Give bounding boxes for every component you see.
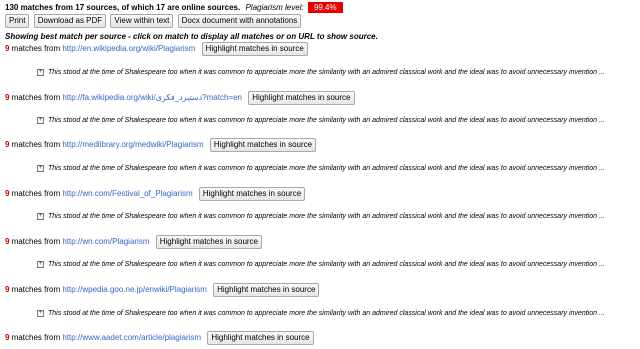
view-within-text-button[interactable]: View within text [110,14,174,28]
source-url-link[interactable]: http://fa.wikipedia.org/wiki/دستبرد_فکری… [62,93,242,102]
download-pdf-button[interactable]: Download as PDF [33,14,107,28]
match-snippet[interactable]: + This stood at the time of Shakespeare t… [37,259,605,271]
report-page: 130 matches from 17 sources, of which 17… [0,0,640,349]
summary-text: 130 matches from 17 sources, of which 17… [5,3,241,12]
instructions-text: Showing best match per source - click on… [5,32,378,41]
expand-icon[interactable]: + [37,164,44,172]
match-snippet[interactable]: + This stood at the time of Shakespeare t… [37,163,605,175]
docx-annotations-button[interactable]: Docx document with annotations [177,14,302,28]
matches-from-label: matches from [9,44,63,54]
source-row: 9 matches from http://en.wikipedia.org/w… [5,42,310,56]
match-snippet[interactable]: + This stood at the time of Shakespeare t… [37,211,605,223]
matches-from-label: matches from [9,93,63,103]
source-url-link[interactable]: http://www.aadet.com/article/plagiarism [62,333,201,342]
source-row: 9 matches from http://fa.wikipedia.org/w… [5,91,357,105]
snippet-text: This stood at the time of Shakespeare to… [48,165,605,172]
snippet-text: This stood at the time of Shakespeare to… [48,310,605,317]
highlight-matches-button[interactable]: Highlight matches in source [209,138,317,152]
match-snippet[interactable]: + This stood at the time of Shakespeare t… [37,115,605,127]
plagiarism-level-badge: 99.4% [307,2,343,13]
matches-from-label: matches from [9,237,63,247]
source-row: 9 matches from http://www.aadet.com/arti… [5,331,316,345]
snippet-text: This stood at the time of Shakespeare to… [48,69,605,76]
expand-icon[interactable]: + [37,68,44,76]
expand-icon[interactable]: + [37,212,44,220]
source-row: 9 matches from http://wpedia.goo.ne.jp/e… [5,283,321,297]
matches-from-label: matches from [9,189,63,199]
toolbar: Print Download as PDF View within text D… [5,14,303,28]
source-url-link[interactable]: http://wn.com/Festival_of_Plagiarism [62,189,192,198]
highlight-matches-button[interactable]: Highlight matches in source [198,187,306,201]
source-url-link[interactable]: http://wpedia.goo.ne.jp/enwiki/Plagiaris… [62,285,207,294]
expand-icon[interactable]: + [37,260,44,268]
matches-from-label: matches from [9,285,63,295]
matches-from-label: matches from [9,140,63,150]
source-row: 9 matches from http://wn.com/Festival_of… [5,187,307,201]
snippet-text: This stood at the time of Shakespeare to… [48,117,605,124]
source-row: 9 matches from http://medlibrary.org/med… [5,138,318,152]
expand-icon[interactable]: + [37,116,44,124]
highlight-matches-button[interactable]: Highlight matches in source [155,235,263,249]
highlight-matches-button[interactable]: Highlight matches in source [248,91,355,105]
source-url-link[interactable]: http://wn.com/Plagiarism [62,237,149,246]
expand-icon[interactable]: + [37,309,44,317]
snippet-text: This stood at the time of Shakespeare to… [48,261,605,268]
plagiarism-level-label: Plagiarism level: [245,3,304,12]
match-snippet[interactable]: + This stood at the time of Shakespeare t… [37,308,605,320]
summary-line: 130 matches from 17 sources, of which 17… [5,2,343,13]
source-url-link[interactable]: http://en.wikipedia.org/wiki/Plagiarism [62,44,195,53]
print-button[interactable]: Print [5,14,30,28]
match-snippet[interactable]: + This stood at the time of Shakespeare t… [37,67,605,79]
highlight-matches-button[interactable]: Highlight matches in source [207,331,314,345]
source-row: 9 matches from http://wn.com/Plagiarism … [5,235,264,249]
highlight-matches-button[interactable]: Highlight matches in source [213,283,320,297]
source-url-link[interactable]: http://medlibrary.org/medwiki/Plagiarism [62,140,203,149]
highlight-matches-button[interactable]: Highlight matches in source [201,42,308,56]
matches-from-label: matches from [9,333,63,343]
snippet-text: This stood at the time of Shakespeare to… [48,213,605,220]
